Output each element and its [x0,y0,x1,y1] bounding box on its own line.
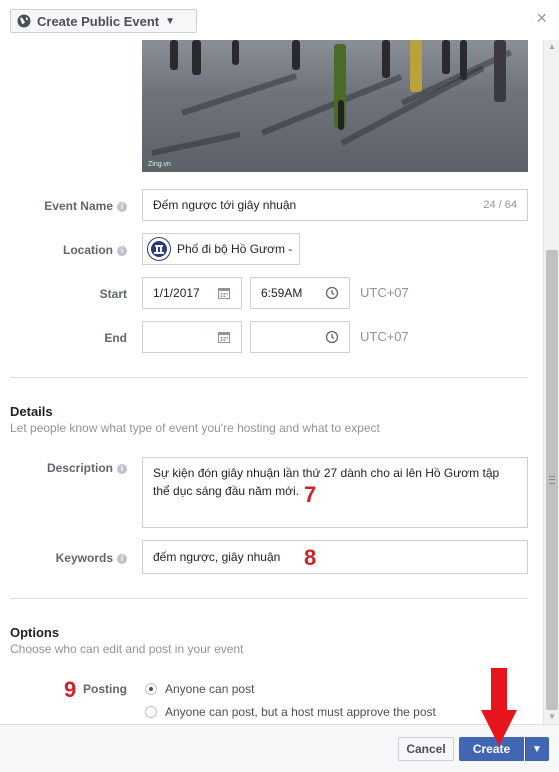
section-divider [10,598,528,599]
end-time-input[interactable] [250,321,350,353]
event-name-counter: 24 / 64 [483,199,517,211]
calendar-icon[interactable] [217,330,231,344]
options-subtitle: Choose who can edit and post in your eve… [10,642,244,656]
posting-label: Posting [83,682,127,696]
start-timezone: UTC+07 [360,285,409,300]
keywords-label: Keywords i [56,551,127,565]
cancel-button[interactable]: Cancel [398,737,454,761]
radio-unselected[interactable] [145,706,157,718]
posting-option-label: Anyone can post [165,682,255,696]
event-cover-photo[interactable]: Zing.vn [142,40,528,172]
dialog-header: Create Public Event ▼ × [0,0,559,40]
info-icon[interactable]: i [117,246,127,256]
start-time-value: 6:59AM [261,286,303,300]
posting-option-anyone[interactable]: Anyone can post [145,682,254,696]
description-label: Description i [47,461,127,475]
scroll-up-arrow-icon[interactable]: ▲ [544,40,559,54]
event-name-value: Đếm ngược tới giây nhuận [153,198,297,212]
location-value: Phố đi bộ Hồ Gươm - [177,242,293,256]
create-options-caret-icon[interactable]: ▼ [525,737,549,761]
details-subtitle: Let people know what type of event you'r… [10,421,380,435]
caret-down-icon: ▼ [165,15,176,27]
scroll-down-arrow-icon[interactable]: ▼ [544,710,559,724]
start-date-value: 1/1/2017 [153,286,200,300]
info-icon[interactable]: i [117,464,127,474]
clock-icon[interactable] [325,286,339,300]
privacy-dropdown[interactable]: Create Public Event ▼ [10,9,197,33]
end-label: End [104,331,127,345]
location-input[interactable]: Phố đi bộ Hồ Gươm - [142,233,300,265]
start-date-input[interactable]: 1/1/2017 [142,277,242,309]
privacy-label: Create Public Event [37,13,160,29]
annotation-arrow-icon [481,668,517,746]
keywords-value: đếm ngược, giây nhuận [153,550,281,564]
options-title: Options [10,625,60,640]
posting-option-label: Anyone can post, but a host must approve… [165,705,436,719]
location-label: Location i [63,243,127,257]
scrollbar-thumb[interactable] [546,250,558,710]
event-name-input[interactable]: Đếm ngược tới giây nhuận 24 / 64 [142,189,528,221]
dialog-footer: Cancel Create ▼ [0,724,559,772]
description-value: Sự kiện đón giây nhuận lần thứ 27 dành c… [153,466,500,498]
info-icon[interactable]: i [117,202,127,212]
annotation-9: 9 [64,677,77,702]
annotation-8: 8 [304,545,317,570]
end-date-input[interactable] [142,321,242,353]
start-time-input[interactable]: 6:59AM [250,277,350,309]
info-icon[interactable]: i [117,554,127,564]
description-textarea[interactable]: Sự kiện đón giây nhuận lần thứ 27 dành c… [142,457,528,528]
cover-watermark: Zing.vn [148,161,171,168]
details-title: Details [10,404,53,419]
radio-selected[interactable] [145,683,157,695]
section-divider [10,377,528,378]
scrollbar[interactable]: ▲ ▼ [543,40,559,724]
calendar-icon[interactable] [217,286,231,300]
close-icon[interactable]: × [536,9,547,27]
clock-icon[interactable] [325,330,339,344]
posting-option-approval[interactable]: Anyone can post, but a host must approve… [145,705,436,719]
grip-icon [549,476,555,484]
globe-icon [17,14,31,28]
event-name-label: Event Name i [44,199,127,213]
annotation-7: 7 [304,482,317,507]
end-timezone: UTC+07 [360,329,409,344]
start-label: Start [99,287,127,301]
location-logo-icon [147,237,171,261]
keywords-input[interactable]: đếm ngược, giây nhuận [142,540,528,574]
